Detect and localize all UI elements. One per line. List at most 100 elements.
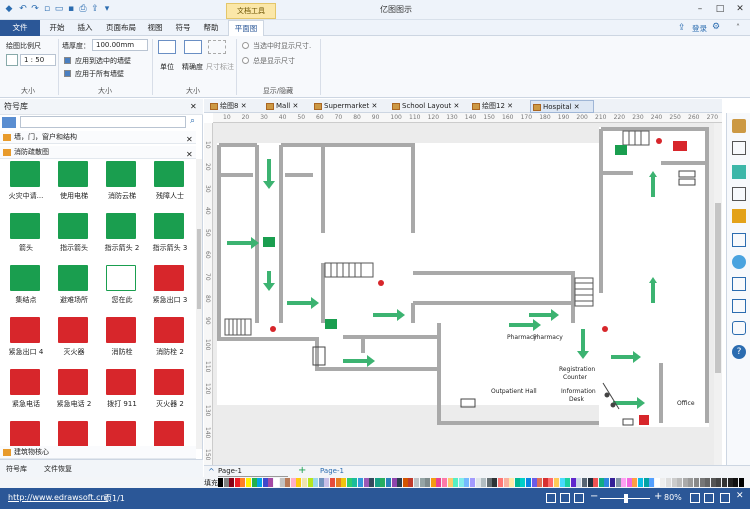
pen-icon[interactable] — [732, 141, 746, 155]
color-swatch[interactable] — [548, 478, 554, 487]
view-grid-icon[interactable] — [560, 493, 570, 503]
precision-button[interactable]: 精确度 — [182, 62, 203, 72]
radio-always[interactable] — [242, 57, 249, 64]
color-swatch[interactable] — [363, 478, 369, 487]
floor-plan[interactable]: Pharmacy Pharmacy Registration Counter I… — [213, 123, 714, 465]
color-swatch[interactable] — [486, 478, 492, 487]
symbol-item[interactable]: 指示箭头 3 — [146, 211, 194, 263]
color-swatch[interactable] — [582, 478, 587, 487]
symbol-item[interactable] — [98, 419, 146, 449]
color-swatch[interactable] — [593, 478, 599, 487]
help-icon[interactable]: ? — [732, 345, 746, 359]
color-swatch[interactable] — [615, 478, 621, 487]
open-icon[interactable]: ▭ — [54, 4, 64, 14]
color-swatch[interactable] — [313, 478, 319, 487]
color-swatch[interactable] — [436, 478, 442, 487]
dimension-button[interactable]: 尺寸标注 — [206, 62, 234, 72]
color-swatch[interactable] — [425, 478, 431, 487]
redo-icon[interactable]: ↷ — [30, 4, 40, 14]
login-link[interactable]: 登录 — [692, 23, 707, 34]
unit-icon[interactable] — [158, 40, 176, 54]
color-swatch[interactable] — [492, 478, 498, 487]
doc-tab[interactable]: Supermarket ✕ — [312, 100, 392, 113]
symbol-item[interactable]: 拨打 911 — [98, 367, 146, 419]
symbol-item[interactable]: 使用电梯 — [50, 159, 98, 211]
close-category-icon[interactable]: ✕ — [186, 150, 193, 159]
color-swatch[interactable] — [565, 478, 571, 487]
tab-insert[interactable]: 插入 — [72, 20, 98, 36]
color-swatch[interactable] — [626, 478, 632, 487]
scale-select[interactable]: 1 : 50 — [20, 54, 56, 66]
color-swatch[interactable] — [453, 478, 459, 487]
website-link[interactable]: http://www.edrawsoft.cn/ — [8, 493, 108, 502]
add-page-icon[interactable]: + — [298, 465, 306, 476]
color-swatch[interactable] — [509, 478, 515, 487]
color-swatch[interactable] — [223, 478, 229, 487]
zoom-out-icon[interactable]: − — [590, 491, 598, 502]
table-icon[interactable] — [732, 277, 746, 291]
scroll-thumb[interactable] — [715, 203, 721, 373]
tab-help[interactable]: 帮助 — [198, 20, 224, 36]
color-swatch[interactable] — [677, 478, 683, 487]
comment-icon[interactable] — [732, 321, 746, 335]
tab-view[interactable]: 视图 — [144, 20, 166, 36]
color-swatch[interactable] — [268, 478, 274, 487]
symbol-item[interactable]: 紧急出口 4 — [2, 315, 50, 367]
color-swatch[interactable] — [643, 478, 649, 487]
image-icon[interactable] — [732, 209, 746, 223]
color-swatch[interactable] — [621, 478, 627, 487]
search-icon[interactable]: ⌕ — [190, 116, 195, 126]
color-swatch[interactable] — [341, 478, 347, 487]
color-swatch[interactable] — [296, 478, 302, 487]
color-swatch[interactable] — [694, 478, 699, 487]
color-swatch[interactable] — [458, 478, 464, 487]
doc-tab[interactable]: Mall ✕ — [264, 100, 316, 113]
tab-floor-plan[interactable]: 平面图 — [228, 20, 264, 36]
color-swatch[interactable] — [526, 478, 531, 487]
color-swatch[interactable] — [408, 478, 414, 487]
color-swatch[interactable] — [324, 478, 330, 487]
color-swatch[interactable] — [660, 478, 666, 487]
color-swatch[interactable] — [335, 478, 341, 487]
category-walls[interactable]: 墙，门，窗户和结构 — [0, 131, 196, 144]
print-icon[interactable]: ⎙ — [78, 4, 88, 14]
color-swatch[interactable] — [716, 478, 722, 487]
canvas-scrollbar[interactable] — [714, 123, 722, 465]
share-icon[interactable]: ⇪ — [678, 23, 686, 33]
color-swatch[interactable] — [738, 478, 744, 487]
format-painter-icon[interactable] — [732, 119, 746, 133]
apply-all-button[interactable]: 应用于所有墙壁 — [75, 69, 124, 79]
symbol-item[interactable]: 避难场所 — [50, 263, 98, 315]
color-swatch[interactable] — [733, 478, 739, 487]
color-swatch[interactable] — [520, 478, 526, 487]
fit-page-icon[interactable] — [690, 493, 700, 503]
undo-icon[interactable]: ↶ — [18, 4, 28, 14]
chevron-up-icon[interactable]: ˄ — [736, 23, 740, 32]
color-swatch[interactable] — [576, 478, 582, 487]
color-swatch[interactable] — [498, 478, 503, 487]
color-swatch[interactable] — [727, 478, 733, 487]
color-swatch[interactable] — [598, 478, 604, 487]
color-swatch[interactable] — [649, 478, 655, 487]
category-building-core[interactable]: 建筑物核心 — [0, 446, 196, 459]
color-swatch[interactable] — [330, 478, 335, 487]
radio-selected[interactable] — [242, 42, 249, 49]
minimize-icon[interactable]: – — [690, 2, 710, 17]
page-nav-up-icon[interactable]: ^ — [208, 467, 215, 476]
color-swatch[interactable] — [654, 478, 660, 487]
color-swatch[interactable] — [481, 478, 487, 487]
color-swatch[interactable] — [554, 478, 559, 487]
tab-home[interactable]: 开始 — [44, 20, 70, 36]
color-swatch[interactable] — [290, 478, 296, 487]
color-swatch[interactable] — [229, 478, 235, 487]
color-swatch[interactable] — [262, 478, 268, 487]
color-swatch[interactable] — [666, 478, 671, 487]
color-swatch[interactable] — [279, 478, 285, 487]
maximize-icon[interactable]: □ — [710, 2, 730, 17]
color-swatch[interactable] — [722, 478, 727, 487]
close-icon[interactable]: ✕ — [736, 491, 744, 501]
color-swatch[interactable] — [380, 478, 386, 487]
settings-icon[interactable]: ⚙ — [712, 22, 720, 32]
doc-tab[interactable]: 绘图8 ✕ — [208, 100, 266, 113]
symbol-item[interactable]: 紧急电话 2 — [50, 367, 98, 419]
